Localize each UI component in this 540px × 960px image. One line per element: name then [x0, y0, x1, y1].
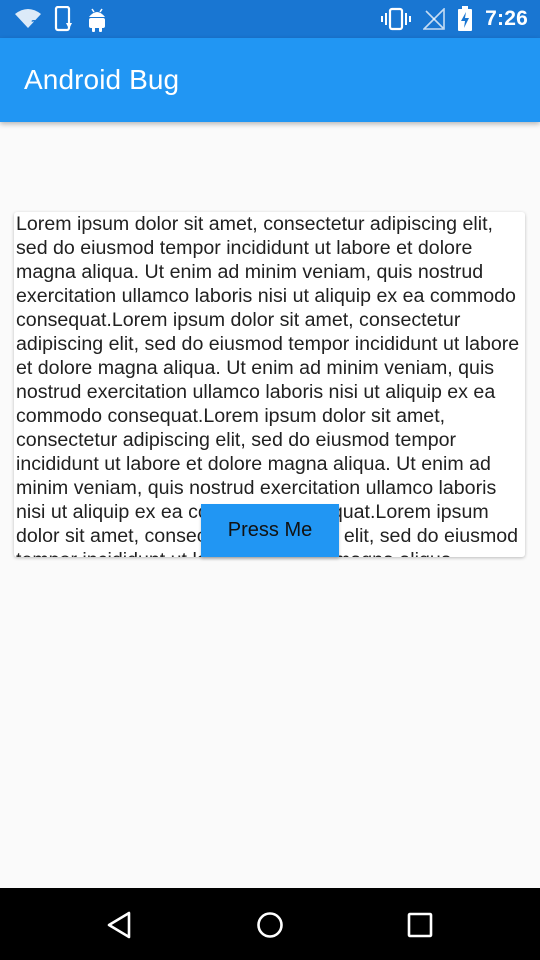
status-bar: ? 7:26 [0, 0, 540, 38]
wifi-question-icon: ? [14, 8, 42, 30]
back-icon[interactable] [105, 910, 135, 940]
recents-icon[interactable] [405, 910, 435, 940]
home-icon[interactable] [255, 910, 285, 940]
nav-bar [0, 888, 540, 960]
app-bar: Android Bug [0, 38, 540, 122]
press-me-button[interactable]: Press Me [201, 504, 339, 557]
vibrate-icon [381, 7, 412, 31]
signal-off-icon [423, 8, 445, 30]
svg-text:?: ? [31, 18, 37, 30]
phone-alert-icon [54, 6, 74, 32]
status-time: 7:26 [485, 7, 528, 30]
app-title: Android Bug [24, 64, 180, 95]
status-left-icons: ? [14, 5, 108, 33]
status-right-icons: 7:26 [381, 5, 528, 33]
battery-charging-icon [457, 6, 473, 32]
android-icon [86, 6, 108, 32]
